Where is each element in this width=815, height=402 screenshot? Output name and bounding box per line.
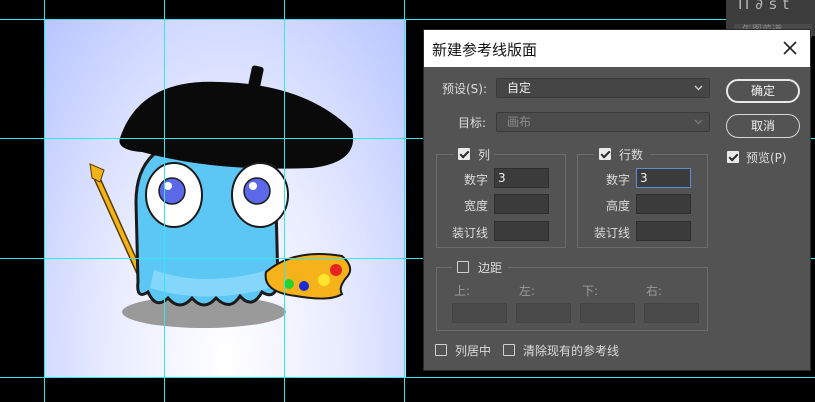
- preview-label: 预览(P): [746, 151, 787, 165]
- chevron-down-icon: [694, 85, 703, 91]
- link-icon[interactable]: ∂: [755, 0, 769, 13]
- columns-gutter-label: 装订线: [452, 226, 489, 240]
- canvas-artwork: [44, 20, 406, 378]
- margin-label: 边距: [478, 261, 503, 275]
- columns-width-input[interactable]: [494, 194, 549, 214]
- vertical-guide[interactable]: [44, 0, 45, 402]
- vertical-guide[interactable]: [164, 0, 165, 402]
- rows-height-label: 高度: [606, 199, 631, 213]
- panel-icon-row: Π∂st: [738, 0, 795, 13]
- margin-left-input[interactable]: [516, 303, 571, 323]
- margin-bottom-label: 下:: [582, 284, 599, 298]
- margin-checkbox[interactable]: [457, 261, 469, 273]
- margin-top-label: 上:: [454, 284, 471, 298]
- columns-checkbox[interactable]: [458, 148, 470, 160]
- rows-number-input[interactable]: 3: [636, 168, 691, 188]
- target-label: 目标:: [458, 116, 487, 130]
- ghost-painter-illustration: [89, 65, 354, 328]
- rows-gutter-label: 装订线: [594, 226, 631, 240]
- clear-existing-guides-checkbox[interactable]: [503, 344, 515, 356]
- columns-number-label: 数字: [464, 173, 489, 187]
- chevron-down-icon: [694, 119, 703, 125]
- rows-number-label: 数字: [606, 173, 631, 187]
- text-style-icon[interactable]: st: [769, 0, 795, 13]
- columns-width-label: 宽度: [464, 199, 489, 213]
- margin-top-input[interactable]: [452, 303, 507, 323]
- close-button[interactable]: [780, 38, 800, 58]
- vertical-guide[interactable]: [404, 0, 405, 402]
- clear-existing-guides-label: 清除现有的参考线: [523, 344, 620, 358]
- new-guide-layout-dialog: 新建参考线版面 预设(S): 自定 目标: 画布 列 数字 3 宽度 装订线 行…: [424, 30, 810, 370]
- rows-label: 行数: [619, 148, 644, 162]
- close-icon: [783, 41, 797, 55]
- preview-checkbox[interactable]: [727, 151, 739, 163]
- preset-label: 预设(S):: [442, 82, 488, 96]
- margin-right-label: 右:: [646, 284, 663, 298]
- columns-number-input[interactable]: 3: [494, 168, 549, 188]
- target-value: 画布: [507, 115, 532, 129]
- horizontal-guide[interactable]: [0, 377, 815, 378]
- rows-gutter-input[interactable]: [636, 221, 691, 241]
- columns-gutter-input[interactable]: [494, 221, 549, 241]
- dialog-titlebar[interactable]: 新建参考线版面: [424, 30, 810, 67]
- dialog-title: 新建参考线版面: [432, 41, 538, 59]
- target-select[interactable]: 画布: [496, 112, 710, 132]
- margin-left-label: 左:: [519, 284, 536, 298]
- ok-button[interactable]: 确定: [726, 79, 800, 103]
- rows-height-input[interactable]: [636, 194, 691, 214]
- margin-right-input[interactable]: [644, 303, 699, 323]
- columns-label: 列: [478, 148, 491, 162]
- margin-bottom-input[interactable]: [580, 303, 635, 323]
- horizontal-guide[interactable]: [0, 19, 815, 20]
- preset-value: 自定: [507, 81, 532, 95]
- preset-select[interactable]: 自定: [496, 78, 710, 98]
- cancel-button[interactable]: 取消: [726, 114, 800, 138]
- rows-checkbox[interactable]: [599, 148, 611, 160]
- center-columns-label: 列居中: [455, 344, 492, 358]
- vertical-guide[interactable]: [284, 0, 285, 402]
- paragraph-icon[interactable]: Π: [738, 0, 755, 13]
- center-columns-checkbox[interactable]: [435, 344, 447, 356]
